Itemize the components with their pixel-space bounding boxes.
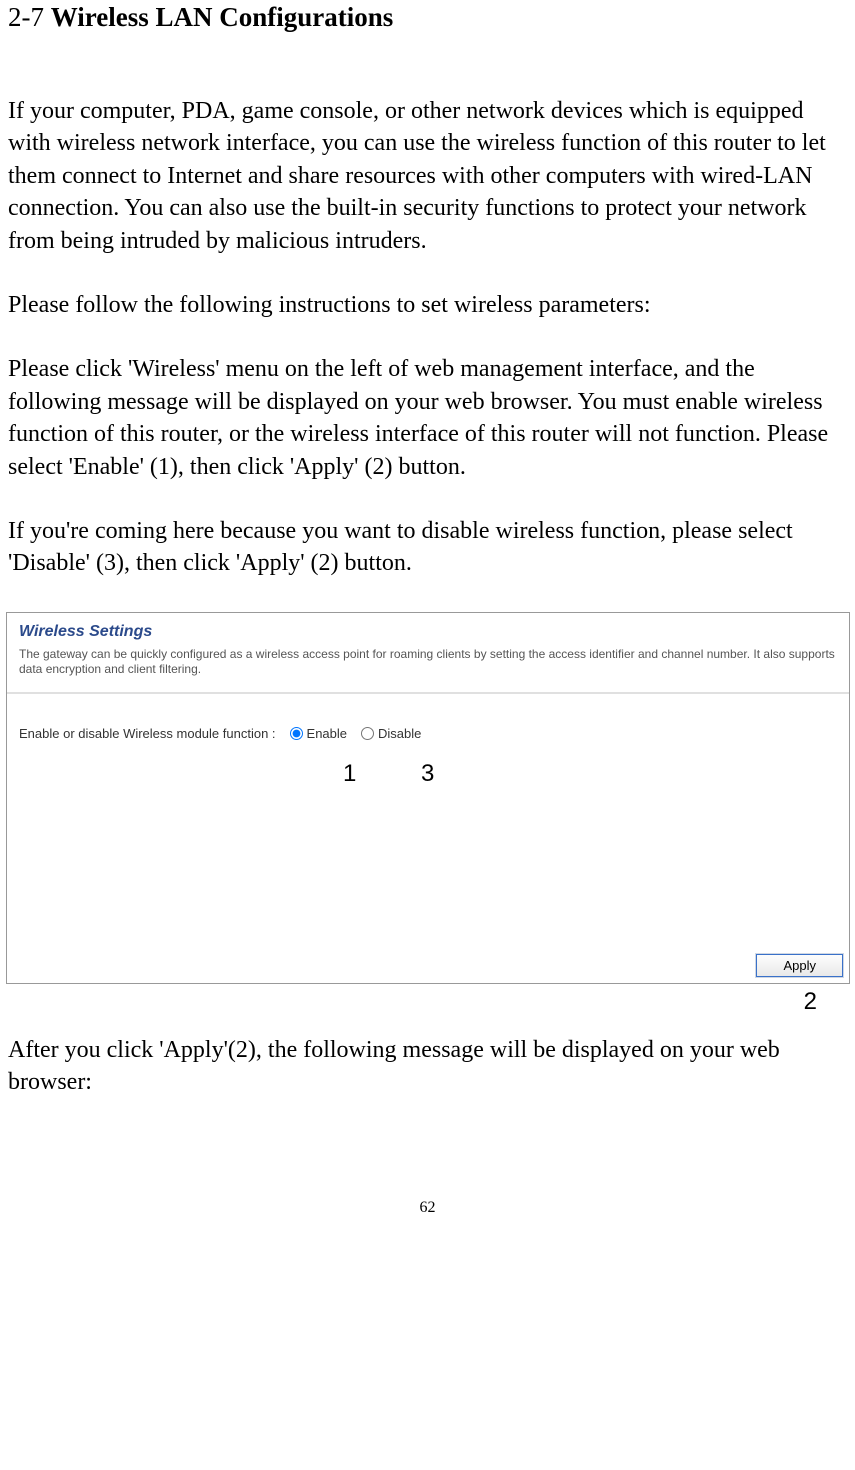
annotation-3: 3 — [421, 760, 434, 788]
disable-radio-option[interactable]: Disable — [361, 726, 421, 741]
panel-title: Wireless Settings — [19, 623, 837, 641]
apply-button[interactable]: Apply — [756, 954, 843, 977]
panel-header: Wireless Settings The gateway can be qui… — [7, 613, 849, 692]
wireless-settings-screenshot: Wireless Settings The gateway can be qui… — [6, 612, 850, 984]
section-heading: 2-7 Wireless LAN Configurations — [8, 0, 847, 35]
enable-radio[interactable] — [290, 727, 303, 740]
radio-row-label: Enable or disable Wireless module functi… — [19, 726, 276, 741]
section-number: 2-7 — [8, 2, 44, 32]
page-number: 62 — [8, 1199, 847, 1217]
body-paragraph-2: Please follow the following instructions… — [8, 289, 847, 321]
panel-body: Enable or disable Wireless module functi… — [7, 694, 849, 954]
body-paragraph-4: If you're coming here because you want t… — [8, 515, 847, 580]
section-title: Wireless LAN Configurations — [51, 2, 394, 32]
panel-description: The gateway can be quickly configured as… — [19, 647, 837, 688]
enable-radio-option[interactable]: Enable — [290, 726, 347, 741]
body-paragraph-1: If your computer, PDA, game console, or … — [8, 95, 847, 257]
body-paragraph-3: Please click 'Wireless' menu on the left… — [8, 353, 847, 483]
disable-radio[interactable] — [361, 727, 374, 740]
apply-container: Apply — [7, 954, 849, 983]
wireless-enable-row: Enable or disable Wireless module functi… — [19, 726, 837, 741]
annotation-1: 1 — [343, 760, 356, 788]
disable-radio-label: Disable — [378, 726, 421, 741]
body-paragraph-5: After you click 'Apply'(2), the followin… — [8, 1034, 847, 1099]
enable-radio-label: Enable — [307, 726, 347, 741]
annotation-2: 2 — [8, 988, 847, 1016]
